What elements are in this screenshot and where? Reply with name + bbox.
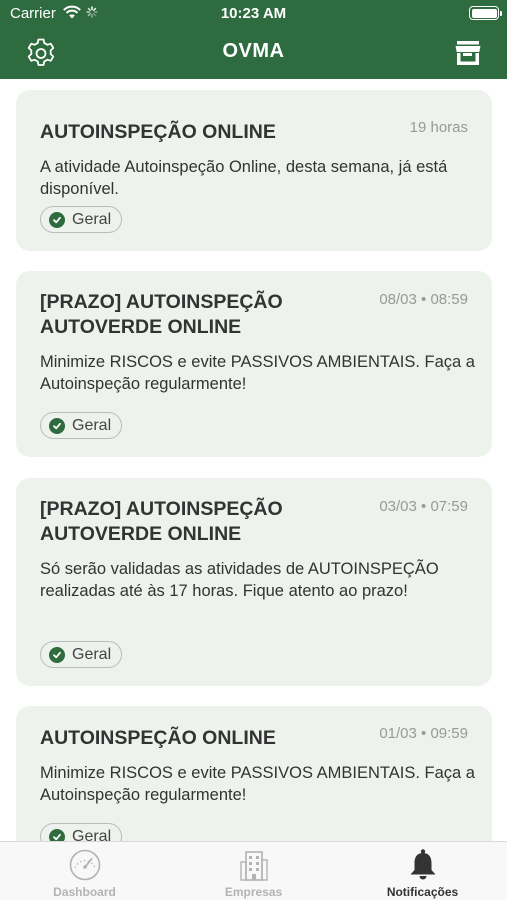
notification-time: 01/03 • 09:59 — [379, 725, 468, 742]
category-tag[interactable]: Geral — [40, 412, 123, 439]
category-tag[interactable]: Geral — [40, 641, 123, 668]
category-tag-label: Geral — [72, 827, 112, 842]
category-tag-label: Geral — [72, 645, 112, 663]
notification-time: 03/03 • 07:59 — [379, 498, 468, 515]
category-tag-label: Geral — [72, 416, 112, 434]
check-icon — [49, 646, 65, 663]
tab-bar: Dashboard Empresas Notificações — [0, 841, 507, 900]
tab-empresas[interactable]: Empresas — [169, 842, 338, 900]
building-icon — [239, 851, 268, 881]
category-tag[interactable]: Geral — [40, 823, 123, 842]
notification-body: Minimize RISCOS e evite PASSIVOS AMBIENT… — [40, 764, 475, 804]
store-icon[interactable] — [453, 38, 483, 68]
notification-card[interactable]: [PRAZO] AUTOINSPEÇÃO AUTOVERDE ONLINE 08… — [16, 271, 492, 457]
notification-card[interactable]: AUTOINSPEÇÃO ONLINE 19 horas A atividade… — [16, 90, 492, 251]
header: Carrier 10:23 AM OVMA — [0, 0, 507, 79]
status-bar: Carrier 10:23 AM — [0, 0, 507, 28]
notification-title: [PRAZO] AUTOINSPEÇÃO AUTOVERDE ONLINE — [40, 498, 283, 545]
notification-card[interactable]: AUTOINSPEÇÃO ONLINE 01/03 • 09:59 Minimi… — [16, 706, 492, 841]
notification-time: 19 horas — [409, 119, 468, 136]
notification-time: 08/03 • 08:59 — [379, 291, 468, 308]
tab-notificacoes[interactable]: Notificações — [338, 842, 507, 900]
notification-title: AUTOINSPEÇÃO ONLINE — [40, 121, 276, 143]
tab-label: Dashboard — [53, 885, 116, 899]
battery-icon — [469, 6, 502, 20]
app-title: OVMA — [222, 40, 285, 62]
category-tag[interactable]: Geral — [40, 206, 123, 233]
bell-icon — [410, 849, 435, 880]
status-time: 10:23 AM — [220, 5, 287, 22]
gauge-icon — [69, 849, 100, 881]
notification-card[interactable]: [PRAZO] AUTOINSPEÇÃO AUTOVERDE ONLINE 03… — [16, 478, 492, 686]
check-icon — [49, 211, 65, 228]
notification-title: [PRAZO] AUTOINSPEÇÃO AUTOVERDE ONLINE — [40, 291, 283, 338]
notification-list[interactable]: AUTOINSPEÇÃO ONLINE 19 horas A atividade… — [0, 79, 507, 841]
notification-title: AUTOINSPEÇÃO ONLINE — [40, 727, 276, 749]
notification-body: Só serão validadas as atividades de AUTO… — [40, 560, 439, 600]
check-icon — [49, 828, 65, 841]
notification-body: A atividade Autoinspeção Online, desta s… — [40, 158, 448, 198]
notification-body: Minimize RISCOS e evite PASSIVOS AMBIENT… — [40, 353, 475, 393]
tab-label: Notificações — [386, 885, 459, 899]
category-tag-label: Geral — [72, 210, 112, 228]
tab-label: Empresas — [224, 885, 283, 899]
tab-dashboard[interactable]: Dashboard — [0, 842, 169, 900]
check-icon — [49, 417, 65, 434]
